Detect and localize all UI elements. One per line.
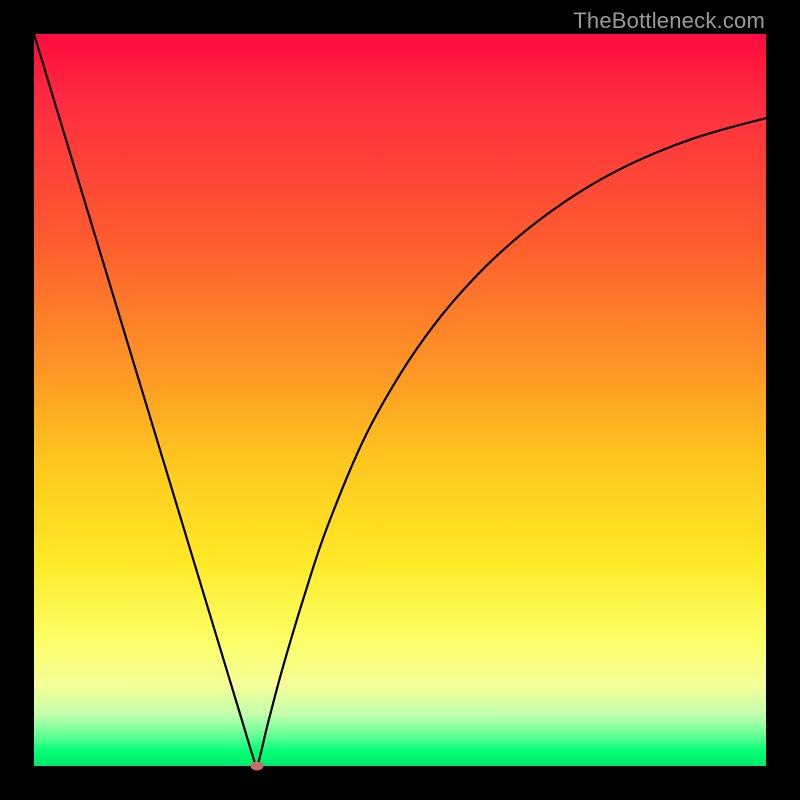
plot-area <box>34 34 766 766</box>
bottleneck-curve <box>34 34 766 766</box>
chart-stage: TheBottleneck.com <box>0 0 800 800</box>
curve-path <box>34 34 766 769</box>
watermark-text: TheBottleneck.com <box>573 8 765 34</box>
